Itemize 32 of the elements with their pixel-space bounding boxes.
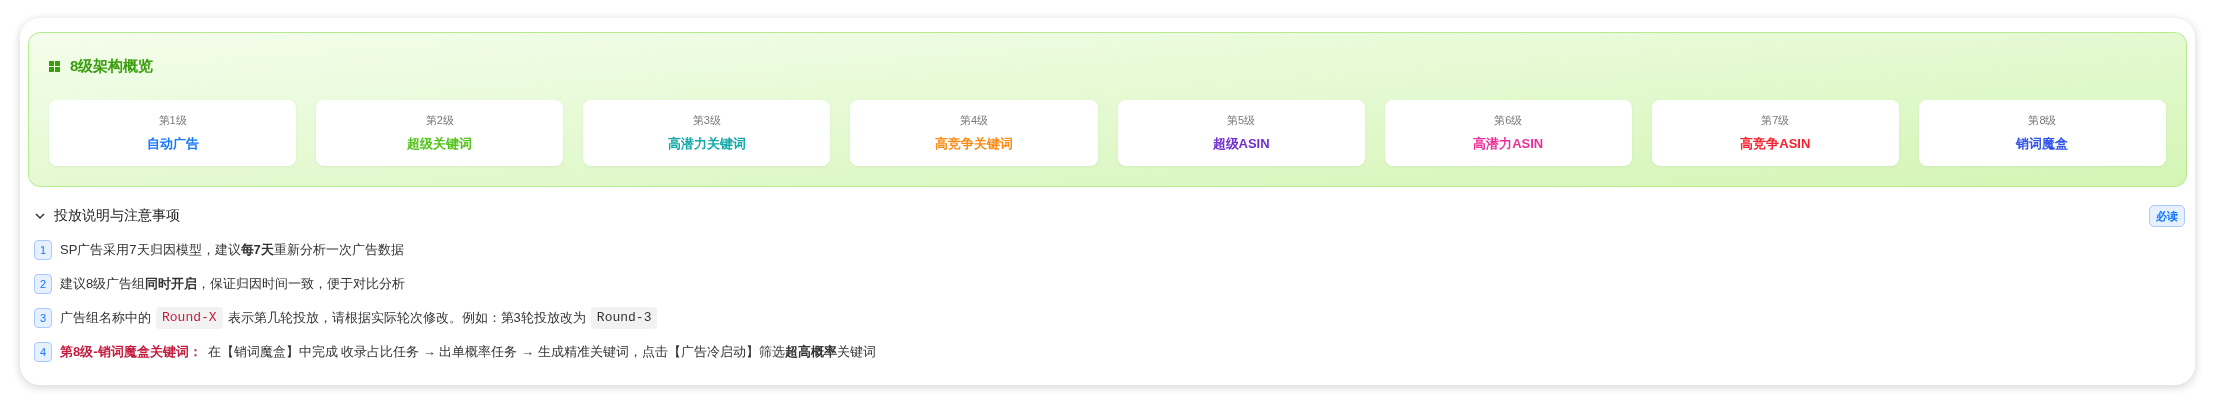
grid-icon bbox=[49, 60, 60, 72]
level-name: 高竞争ASIN bbox=[1740, 135, 1811, 153]
level-name: 超级关键词 bbox=[407, 135, 473, 153]
level-name: 自动广告 bbox=[146, 135, 199, 153]
note-text: 建议8级广告组同时开启，保证归因时间一致，便于对比分析 bbox=[60, 275, 406, 294]
code-snippet: Round-X bbox=[156, 307, 223, 329]
level-name: 超级ASIN bbox=[1212, 135, 1270, 153]
level-name: 销词魔盒 bbox=[2016, 135, 2069, 153]
note-label: 第8级-销词魔盒关键词： bbox=[60, 343, 202, 362]
level-name: 高竞争关键词 bbox=[934, 135, 1013, 153]
note-text: SP广告采用7天归因模型，建议每7天重新分析一次广告数据 bbox=[60, 241, 404, 260]
level-number: 第7级 bbox=[1761, 112, 1790, 128]
level-number: 第8级 bbox=[2028, 112, 2057, 128]
step-number: 4 bbox=[34, 342, 52, 362]
required-badge: 必读 bbox=[2149, 204, 2185, 227]
note-text: 在【销词魔盒】中完成 收录占比任务 → 出单概率任务 → 生成精准关键词，点击【广告冷启动】筛选超高概率关键词 bbox=[207, 343, 876, 362]
step-number: 2 bbox=[34, 274, 52, 294]
level-number: 第1级 bbox=[158, 112, 187, 128]
step-number: 3 bbox=[34, 308, 52, 328]
level-name: 高潜力ASIN bbox=[1473, 135, 1544, 153]
note-text: 表示第几轮投放，请根据实际轮次修改。例如：第3轮投放改为 bbox=[227, 309, 586, 328]
overview-title: 8级架构概览 bbox=[70, 56, 154, 76]
level-number: 第5级 bbox=[1227, 112, 1256, 128]
level-number: 第2级 bbox=[425, 112, 454, 128]
level-number: 第6级 bbox=[1494, 112, 1523, 128]
code-snippet: Round-3 bbox=[590, 307, 658, 329]
level-number: 第4级 bbox=[959, 112, 988, 128]
level-name: 高潜力关键词 bbox=[667, 135, 746, 153]
level-number: 第3级 bbox=[692, 112, 721, 128]
note-text: 广告组名称中的 bbox=[60, 309, 151, 328]
step-number: 1 bbox=[34, 240, 52, 260]
section-toggle[interactable]: 投放说明与注意事项 bbox=[34, 205, 180, 227]
